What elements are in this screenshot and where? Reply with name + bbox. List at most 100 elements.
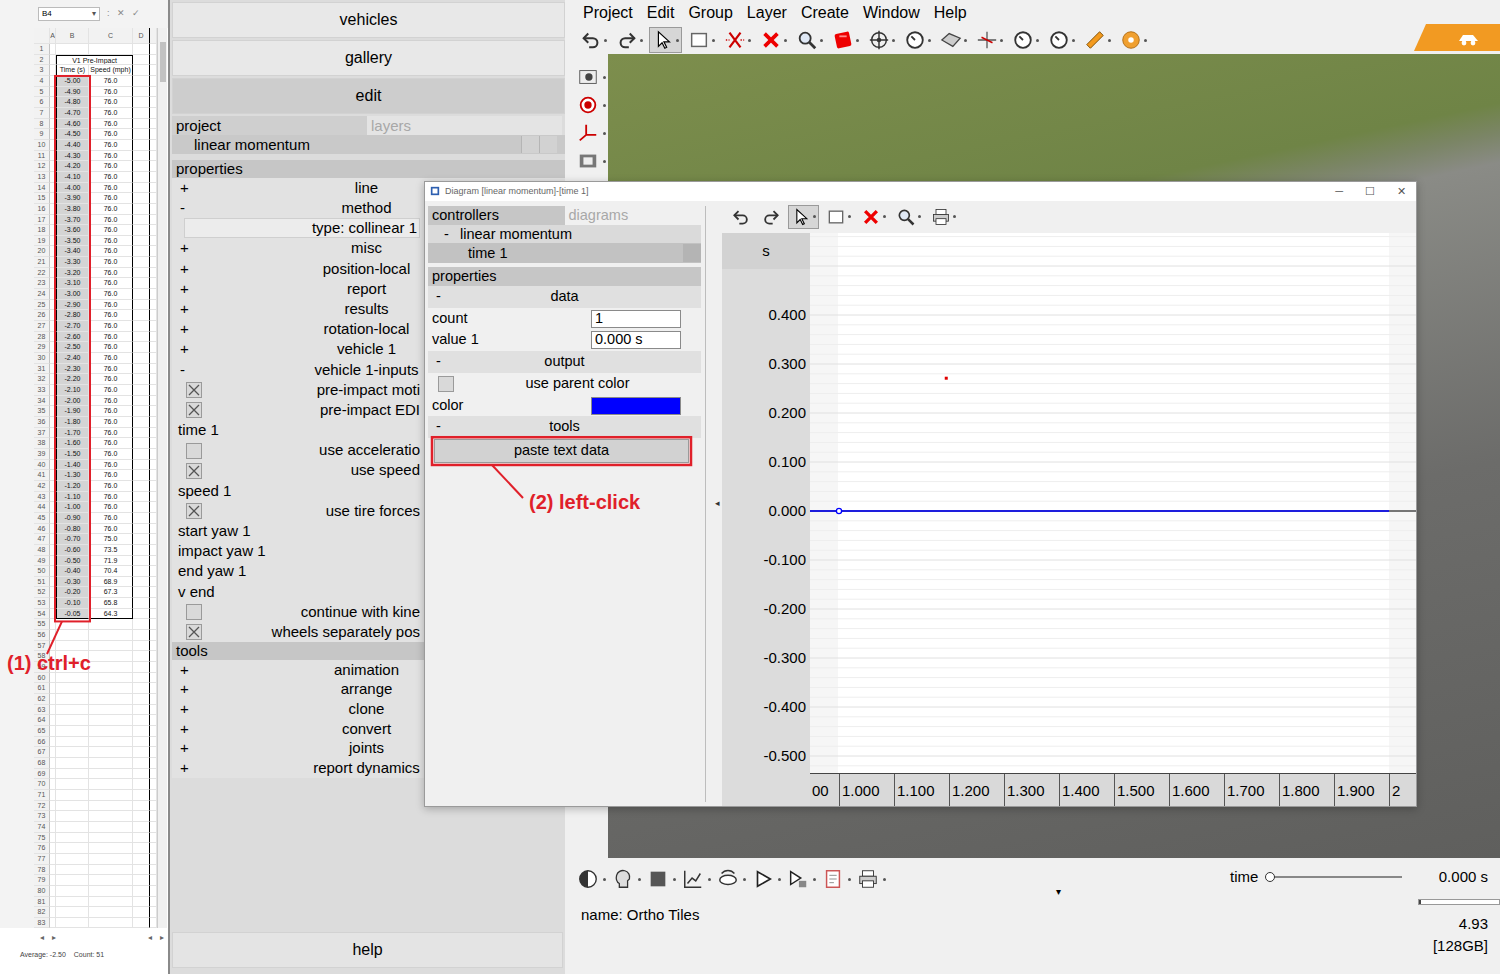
speed-cell[interactable]: 76.0 [89, 108, 133, 119]
time-cell[interactable]: -4.30 [56, 151, 89, 162]
time-cell[interactable]: -0.90 [56, 513, 89, 524]
sheet-nav-button[interactable]: ▸ [52, 932, 56, 944]
speed-cell[interactable]: 76.0 [89, 353, 133, 364]
row-number[interactable]: 27 [34, 321, 50, 332]
row-number[interactable]: 21 [34, 257, 50, 268]
time-cell[interactable]: -4.90 [56, 87, 89, 98]
speed-cell[interactable]: 76.0 [89, 428, 133, 439]
row-number[interactable]: 68 [34, 758, 50, 769]
row-number[interactable]: 17 [34, 215, 50, 226]
row-number[interactable]: 10 [34, 140, 50, 151]
view-button[interactable] [717, 868, 746, 890]
speed-cell[interactable]: 76.0 [89, 268, 133, 279]
tree-label[interactable]: time 1 [468, 244, 508, 262]
rect-icon[interactable] [826, 207, 846, 227]
record-icon[interactable] [577, 66, 599, 88]
row-number[interactable]: 35 [34, 406, 50, 417]
tree-item[interactable]: linear momentum [172, 135, 565, 154]
row-number[interactable]: 74 [34, 822, 50, 833]
property-row[interactable]: paste text data [428, 438, 701, 463]
speed-cell[interactable]: 76.0 [89, 385, 133, 396]
row-number[interactable]: 2 [34, 55, 50, 66]
row-number[interactable]: 51 [34, 577, 50, 588]
bottom-dropdown[interactable]: ▾ [886, 858, 1230, 974]
row-number[interactable]: 36 [34, 417, 50, 428]
time-cell[interactable]: -4.80 [56, 97, 89, 108]
row-number[interactable]: 20 [34, 246, 50, 257]
xsel-icon[interactable] [724, 29, 746, 51]
row-number[interactable]: 14 [34, 183, 50, 194]
row-number[interactable]: 11 [34, 151, 50, 162]
row-number[interactable]: 26 [34, 310, 50, 321]
row-number[interactable]: 44 [34, 502, 50, 513]
time-slider[interactable] [1270, 876, 1402, 878]
row-number[interactable]: 70 [34, 779, 50, 790]
time-slider-knob[interactable] [1265, 872, 1275, 882]
panel-tab[interactable]: layers [367, 116, 562, 135]
speed-cell[interactable]: 76.0 [89, 481, 133, 492]
row-number[interactable]: 72 [34, 801, 50, 812]
speed-cell[interactable]: 73.5 [89, 545, 133, 556]
expand-toggle[interactable]: - [428, 416, 452, 438]
property-row[interactable]: use parent color [428, 373, 701, 395]
row-number[interactable]: 30 [34, 353, 50, 364]
film-icon[interactable] [577, 150, 599, 172]
row-number[interactable]: 24 [34, 289, 50, 300]
side-tool-button[interactable] [577, 150, 608, 172]
row-number[interactable]: 73 [34, 811, 50, 822]
row-number[interactable]: 79 [34, 875, 50, 886]
row-number[interactable]: 13 [34, 172, 50, 183]
speed-cell[interactable]: 71.9 [89, 556, 133, 567]
panel-tab[interactable]: project [172, 116, 367, 135]
name-box[interactable]: B4▾ [38, 7, 100, 21]
row-number[interactable]: 65 [34, 726, 50, 737]
toolbar-button[interactable] [1117, 27, 1150, 53]
row-number[interactable]: 80 [34, 886, 50, 897]
checkbox-label[interactable]: use speed [202, 459, 420, 482]
speed-cell[interactable]: 76.0 [89, 140, 133, 151]
tree-item[interactable]: time 1 [428, 243, 701, 263]
property-group[interactable]: -tools [428, 416, 701, 438]
redo-icon[interactable] [616, 29, 638, 51]
speed-cell[interactable]: 76.0 [89, 524, 133, 535]
row-number[interactable]: 66 [34, 737, 50, 748]
row-number[interactable]: 5 [34, 87, 50, 98]
toolbar-button[interactable] [829, 27, 862, 53]
scroll-button[interactable]: ◂ [148, 932, 152, 944]
row-number[interactable]: 69 [34, 769, 50, 780]
series-point[interactable] [836, 508, 841, 513]
pointer-icon[interactable] [652, 29, 674, 51]
cross-icon[interactable] [976, 29, 998, 51]
time-cell[interactable]: -3.90 [56, 193, 89, 204]
speed-cell[interactable]: 68.9 [89, 577, 133, 588]
view-button[interactable] [577, 868, 606, 890]
speed-cell[interactable]: 76.0 [89, 161, 133, 172]
speed-cell[interactable]: 75.0 [89, 534, 133, 545]
row-number[interactable]: 75 [34, 833, 50, 844]
row-number[interactable]: 7 [34, 108, 50, 119]
nav-button[interactable]: gallery [172, 40, 565, 76]
time-cell[interactable]: -1.20 [56, 481, 89, 492]
speed-cell[interactable]: 76.0 [89, 417, 133, 428]
speed-cell[interactable]: 76.0 [89, 438, 133, 449]
play-icon[interactable] [752, 868, 774, 890]
speed-cell[interactable]: 70.4 [89, 566, 133, 577]
contrast-icon[interactable] [577, 868, 599, 890]
row-number[interactable]: 77 [34, 854, 50, 865]
checkbox[interactable] [186, 463, 202, 479]
time-cell[interactable]: -4.70 [56, 108, 89, 119]
row-number[interactable]: 32 [34, 374, 50, 385]
expand-toggle[interactable]: - [436, 225, 460, 243]
checkbox[interactable] [186, 402, 202, 418]
expand-toggle[interactable]: + [172, 718, 192, 741]
expand-toggle[interactable]: + [172, 737, 192, 760]
window-control[interactable]: ─ [1335, 183, 1343, 200]
expand-toggle[interactable]: + [172, 237, 192, 260]
gauge-icon[interactable] [1012, 29, 1034, 51]
time-cell[interactable]: -2.20 [56, 374, 89, 385]
row-number[interactable]: 8 [34, 119, 50, 130]
view-button[interactable] [822, 868, 851, 890]
row-number[interactable]: 76 [34, 843, 50, 854]
toolbar-button[interactable] [649, 27, 682, 53]
row-number[interactable]: 28 [34, 332, 50, 343]
